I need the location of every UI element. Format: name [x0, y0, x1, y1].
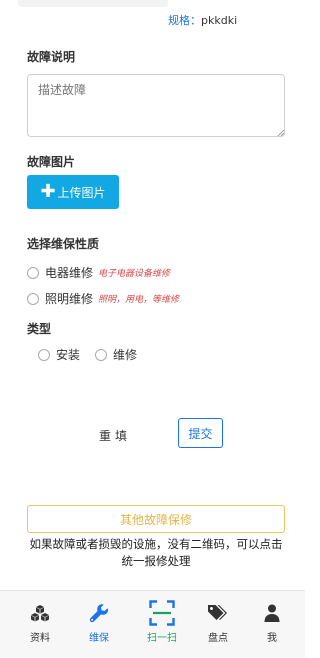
plus-icon: ✚ [40, 181, 56, 202]
repair-form-page: 规格：pkkdki 故障说明 故障图片 ✚ 上传图片 选择维保性质 电器维修 电… [0, 0, 305, 658]
tab-maintenance[interactable]: 维保 [79, 591, 119, 658]
tags-icon [206, 601, 230, 625]
tab-label: 扫一扫 [147, 633, 177, 644]
other-fault-note: 如果故障或者损毁的设施，没有二维码，可以点击统一报修处理 [29, 537, 283, 568]
tab-materials[interactable]: 资料 [20, 591, 60, 658]
spec-key: 规格： [168, 14, 201, 27]
fault-desc-title: 故障说明 [27, 50, 76, 64]
tab-me[interactable]: 我 [252, 591, 292, 658]
radio-icon[interactable] [27, 266, 39, 279]
type-title: 类型 [27, 322, 52, 336]
reset-button[interactable]: 重填 [99, 427, 131, 444]
repair-nature-option-electrical[interactable]: 电器维修 电子电器设备维修 [27, 264, 170, 281]
upload-image-button[interactable]: ✚ 上传图片 [27, 175, 119, 209]
spec-value: pkkdki [201, 14, 238, 27]
type-options: 安装 维修 [38, 346, 152, 363]
wrench-icon [87, 601, 111, 625]
radio-icon[interactable] [38, 348, 50, 361]
tab-label: 资料 [30, 633, 50, 644]
option-hint: 照明，用电，等维修 [98, 295, 180, 305]
tab-label: 维保 [89, 633, 109, 644]
fault-images-title: 故障图片 [27, 155, 76, 169]
option-label: 电器维修 [45, 266, 94, 280]
type-option-label: 安装 [56, 348, 81, 362]
user-icon [260, 601, 284, 625]
type-option-label: 维修 [113, 348, 138, 362]
tab-inventory[interactable]: 盘点 [198, 591, 238, 658]
fault-desc-input[interactable] [27, 74, 285, 137]
scan-icon [148, 599, 176, 627]
repair-nature-title: 选择维保性质 [27, 237, 100, 251]
type-option-install[interactable]: 安装 [38, 346, 80, 363]
cubes-icon [28, 601, 52, 625]
tab-label: 盘点 [208, 633, 228, 644]
tab-scan[interactable]: 扫一扫 [142, 591, 182, 658]
other-fault-button[interactable]: 其他故障保修 [27, 505, 285, 533]
submit-button[interactable]: 提交 [178, 418, 223, 448]
bottom-tab-bar: 资料 维保 扫一扫 盘点 我 [0, 590, 305, 658]
radio-icon[interactable] [27, 292, 39, 305]
upload-image-label: 上传图片 [57, 185, 106, 200]
repair-nature-option-lighting[interactable]: 照明维修 照明，用电，等维修 [27, 290, 179, 307]
resize-grip-icon[interactable] [277, 129, 284, 136]
option-hint: 电子电器设备维修 [98, 269, 171, 279]
type-option-repair[interactable]: 维修 [95, 346, 137, 363]
radio-icon[interactable] [95, 348, 108, 361]
previous-card-edge [18, 0, 168, 7]
option-label: 照明维修 [45, 292, 94, 306]
spec-line: 规格：pkkdki [168, 12, 237, 28]
tab-label: 我 [267, 633, 277, 644]
